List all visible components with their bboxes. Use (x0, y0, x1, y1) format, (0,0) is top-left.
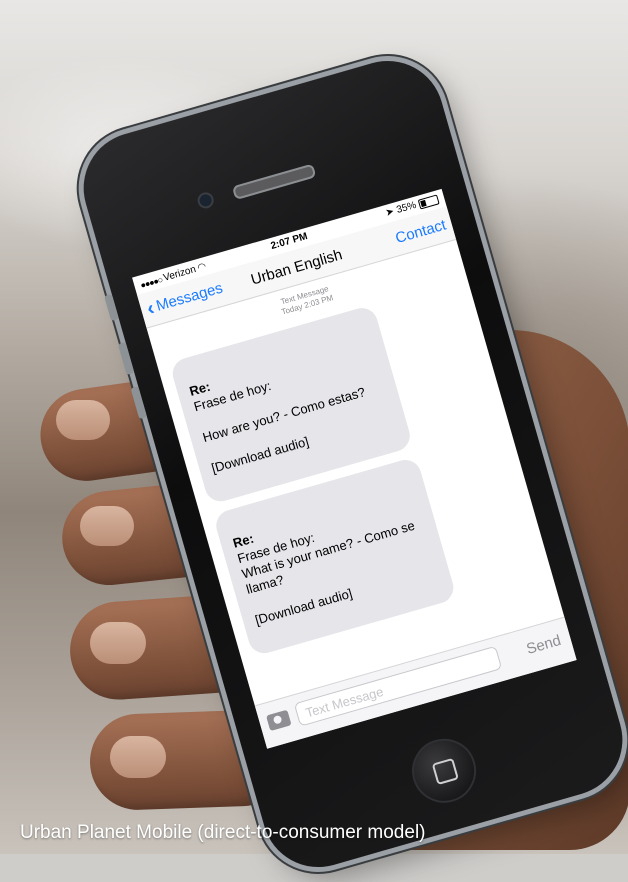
camera-icon[interactable] (266, 709, 292, 732)
image-caption: Urban Planet Mobile (direct-to-consumer … (20, 822, 426, 843)
message-body: Frase de hoy: How are you? - Como estas?… (192, 377, 367, 476)
location-arrow-icon: ➤ (384, 206, 396, 220)
fingernail (80, 506, 134, 546)
contact-button[interactable]: Contact (394, 217, 448, 248)
fingernail (110, 736, 166, 778)
fingernail (56, 400, 110, 440)
fingernail (90, 622, 146, 664)
home-square-icon (431, 757, 459, 786)
battery-icon (417, 193, 440, 210)
battery-level (420, 199, 427, 207)
message-body: Frase de hoy: What is your name? - Como … (235, 517, 417, 628)
send-button[interactable]: Send (525, 632, 563, 658)
battery-percent: 35% (395, 199, 418, 216)
